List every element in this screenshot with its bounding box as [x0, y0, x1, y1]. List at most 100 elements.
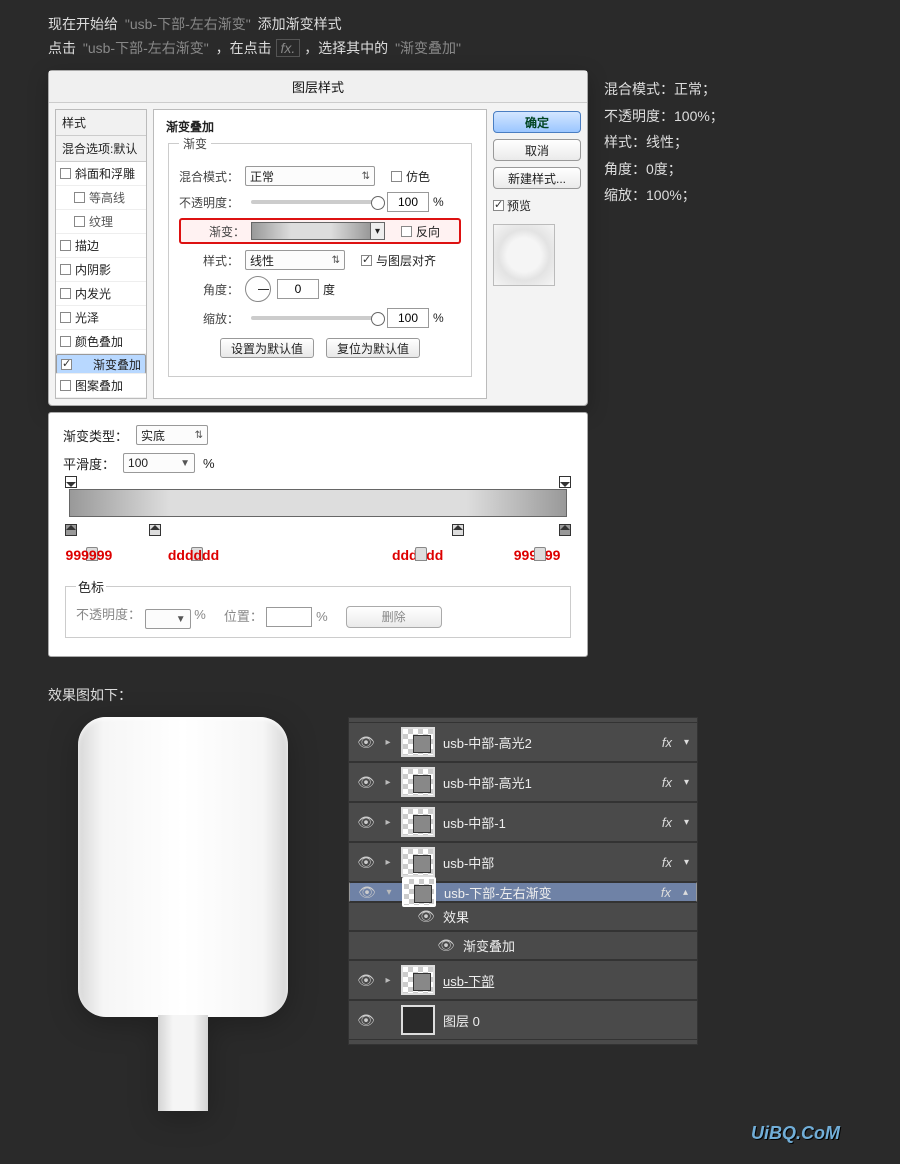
- chevron-up-icon[interactable]: ▴: [683, 887, 688, 898]
- layer-thumbnail[interactable]: [402, 877, 436, 907]
- color-stop[interactable]: [559, 524, 571, 536]
- checkbox-icon[interactable]: [60, 336, 71, 347]
- styles-header[interactable]: 样式: [56, 110, 146, 136]
- layer-row[interactable]: 👁▸ usb-中部-1 fx▾: [349, 802, 697, 842]
- disclosure-icon[interactable]: ▾: [384, 887, 394, 898]
- param-label: 不透明度：: [604, 103, 674, 130]
- scale-input[interactable]: [387, 308, 429, 328]
- style-item-stroke[interactable]: 描边: [56, 234, 146, 258]
- chevron-down-icon[interactable]: ▾: [684, 777, 689, 788]
- layer-effects-row[interactable]: 👁 效果: [349, 902, 697, 931]
- layer-thumbnail[interactable]: [401, 847, 435, 877]
- align-checkbox[interactable]: [361, 255, 372, 266]
- set-default-button[interactable]: 设置为默认值: [220, 338, 314, 358]
- checkbox-icon[interactable]: [74, 216, 85, 227]
- eye-icon[interactable]: 👁: [358, 884, 376, 901]
- layer-row[interactable]: 👁▸ usb-中部-高光1 fx▾: [349, 762, 697, 802]
- gradient-dropdown-button[interactable]: ▾: [371, 222, 385, 240]
- eye-icon[interactable]: 👁: [417, 908, 435, 925]
- opacity-input[interactable]: [387, 192, 429, 212]
- gradient-editor: 渐变类型： 实底 ⇅ 平滑度： 100 ▼ %: [48, 412, 588, 657]
- layer-thumbnail[interactable]: [401, 767, 435, 797]
- ok-button[interactable]: 确定: [493, 111, 581, 133]
- fx-badge[interactable]: fx: [662, 775, 672, 790]
- opacity-stop[interactable]: [559, 476, 571, 488]
- reset-default-button[interactable]: 复位为默认值: [326, 338, 420, 358]
- checkbox-icon[interactable]: [60, 240, 71, 251]
- eye-icon[interactable]: 👁: [357, 774, 375, 791]
- color-stop[interactable]: [452, 524, 464, 536]
- checkbox-icon[interactable]: [60, 264, 71, 275]
- style-item-bevel[interactable]: 斜面和浮雕: [56, 162, 146, 186]
- blend-mode-select[interactable]: 正常 ⇅: [245, 166, 375, 186]
- style-item-texture[interactable]: 纹理: [56, 210, 146, 234]
- checkbox-icon[interactable]: [60, 288, 71, 299]
- blend-options-row[interactable]: 混合选项:默认: [56, 136, 146, 162]
- color-stop[interactable]: [149, 524, 161, 536]
- reverse-checkbox[interactable]: [401, 226, 412, 237]
- layer-row[interactable]: 👁▾ usb-下部-左右渐变 fx▴: [349, 882, 697, 902]
- layer-row[interactable]: 👁 图层 0: [349, 1000, 697, 1040]
- stop-position-input[interactable]: [266, 607, 312, 627]
- eye-icon[interactable]: 👁: [357, 854, 375, 871]
- layer-effect-item[interactable]: 👁 渐变叠加: [349, 931, 697, 960]
- style-item-inner-glow[interactable]: 内发光: [56, 282, 146, 306]
- eye-icon[interactable]: 👁: [357, 1012, 375, 1029]
- layer-thumbnail[interactable]: [401, 727, 435, 757]
- color-stop[interactable]: [65, 524, 77, 536]
- cancel-button[interactable]: 取消: [493, 139, 581, 161]
- style-item-satin[interactable]: 光泽: [56, 306, 146, 330]
- dither-checkbox[interactable]: [391, 171, 402, 182]
- checkbox-icon[interactable]: [74, 192, 85, 203]
- checkbox-icon[interactable]: [60, 168, 71, 179]
- style-item-pattern-overlay[interactable]: 图案叠加: [56, 374, 146, 398]
- chevron-down-icon[interactable]: ▾: [684, 817, 689, 828]
- dropdown-arrows-icon: ⇅: [195, 430, 203, 441]
- eye-icon[interactable]: 👁: [357, 734, 375, 751]
- disclosure-icon[interactable]: ▸: [383, 857, 393, 868]
- gradient-track[interactable]: [69, 489, 567, 517]
- chevron-down-icon[interactable]: ▾: [684, 857, 689, 868]
- angle-input[interactable]: [277, 279, 319, 299]
- disclosure-icon[interactable]: ▸: [383, 817, 393, 828]
- layer-thumbnail[interactable]: [401, 1005, 435, 1035]
- smoothness-select[interactable]: 100 ▼: [123, 453, 195, 473]
- side-summary: 混合模式：正常； 不透明度：100%； 样式：线性； 角度：0度； 缩放：100…: [604, 76, 724, 209]
- layer-row[interactable]: 👁▸ usb-中部-高光2 fx▾: [349, 722, 697, 762]
- gradient-preview-bar[interactable]: [251, 222, 371, 240]
- checkbox-icon[interactable]: [61, 359, 72, 370]
- style-item-inner-shadow[interactable]: 内阴影: [56, 258, 146, 282]
- scale-slider[interactable]: [251, 316, 381, 320]
- opacity-slider[interactable]: [251, 200, 381, 204]
- fx-badge[interactable]: fx: [662, 855, 672, 870]
- layer-row[interactable]: 👁▸ usb-中部 fx▾: [349, 842, 697, 882]
- effects-label: 效果: [443, 907, 689, 926]
- style-item-color-overlay[interactable]: 颜色叠加: [56, 330, 146, 354]
- style-item-gradient-overlay[interactable]: 渐变叠加: [56, 354, 146, 374]
- fx-badge[interactable]: fx: [661, 885, 671, 900]
- layer-thumbnail[interactable]: [401, 807, 435, 837]
- eye-icon[interactable]: 👁: [437, 937, 455, 954]
- opacity-stop[interactable]: [65, 476, 77, 488]
- checkbox-icon[interactable]: [60, 312, 71, 323]
- eye-icon[interactable]: 👁: [357, 814, 375, 831]
- layer-thumbnail[interactable]: [401, 965, 435, 995]
- layer-row[interactable]: 👁▸ usb-下部: [349, 960, 697, 1000]
- delete-stop-button[interactable]: 删除: [346, 606, 442, 628]
- chevron-down-icon[interactable]: ▾: [684, 737, 689, 748]
- style-select[interactable]: 线性 ⇅: [245, 250, 345, 270]
- disclosure-icon[interactable]: ▸: [383, 737, 393, 748]
- fx-badge[interactable]: fx: [662, 735, 672, 750]
- eye-icon[interactable]: 👁: [357, 972, 375, 989]
- new-style-button[interactable]: 新建样式...: [493, 167, 581, 189]
- disclosure-icon[interactable]: ▸: [383, 975, 393, 986]
- stop-opacity-select[interactable]: ▼: [145, 609, 191, 629]
- fx-badge[interactable]: fx: [662, 815, 672, 830]
- disclosure-icon[interactable]: ▸: [383, 777, 393, 788]
- style-item-contour[interactable]: 等高线: [56, 186, 146, 210]
- layer-style-dialog: 图层样式 样式 混合选项:默认 斜面和浮雕 等高线 纹理 描边 内阴影 内发光 …: [48, 70, 588, 406]
- angle-dial[interactable]: [245, 276, 271, 302]
- gradient-type-select[interactable]: 实底 ⇅: [136, 425, 208, 445]
- preview-checkbox[interactable]: [493, 200, 504, 211]
- checkbox-icon[interactable]: [60, 380, 71, 391]
